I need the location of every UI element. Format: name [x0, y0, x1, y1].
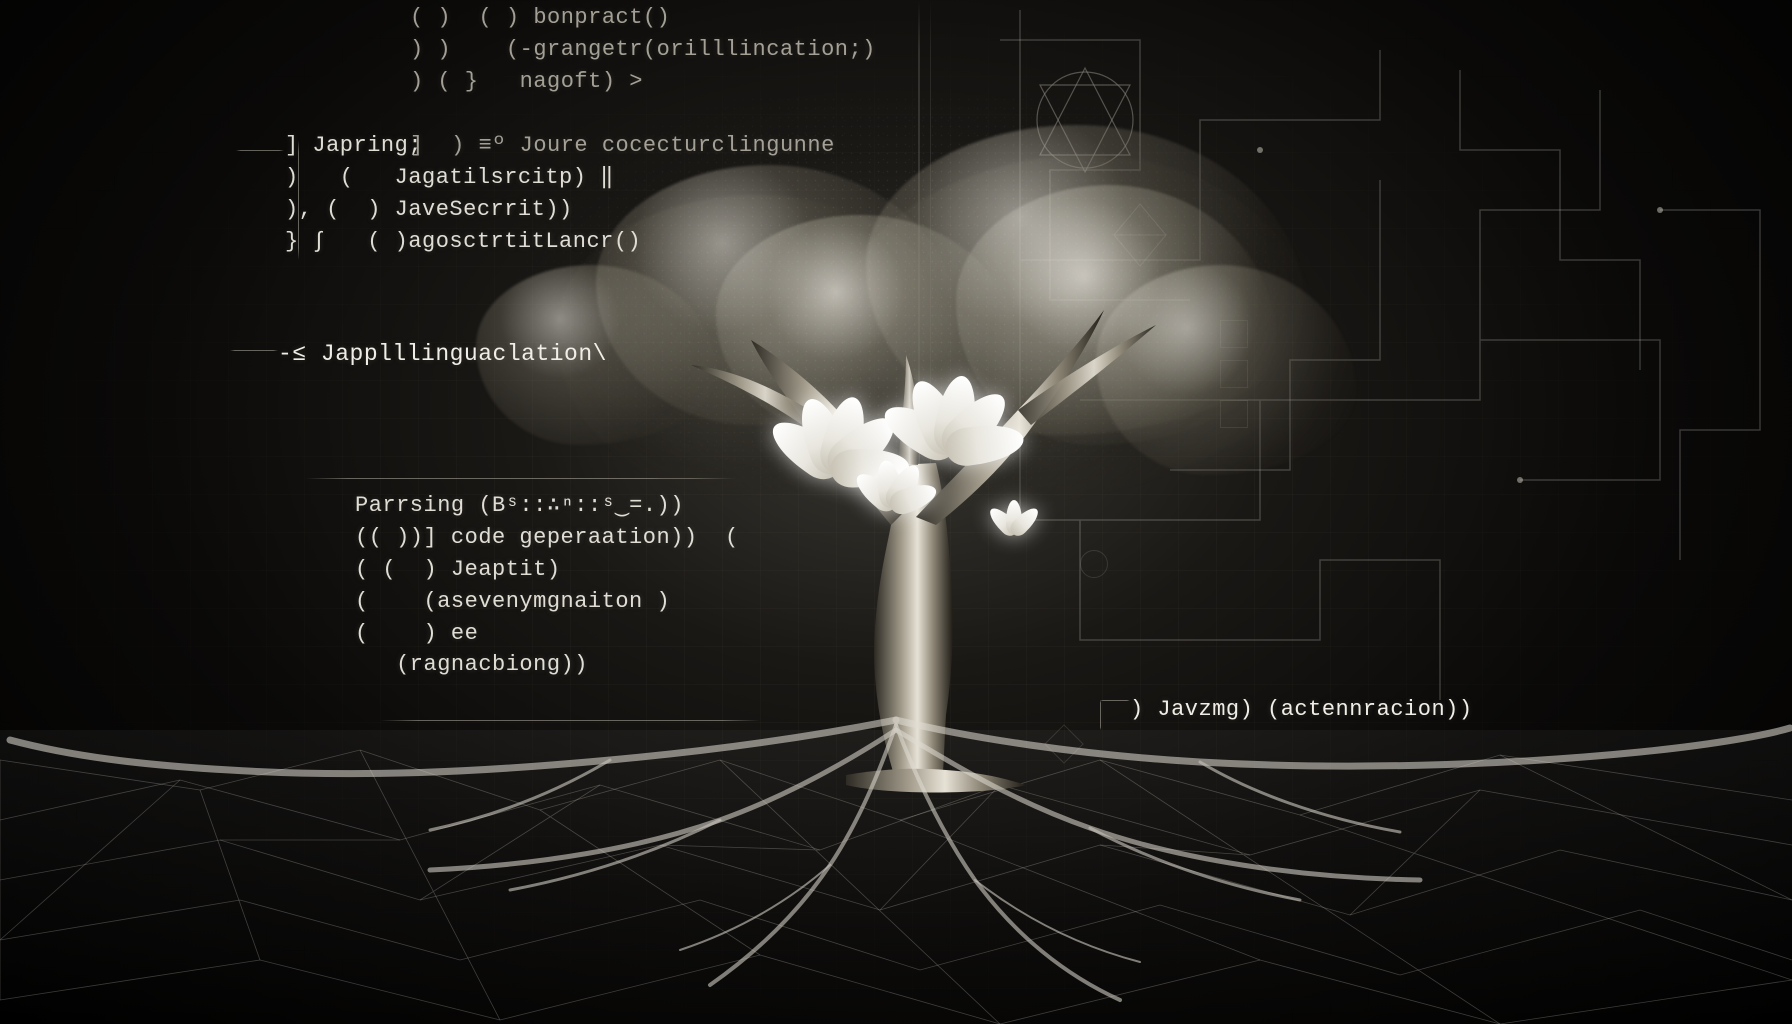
code-line: } ∫ ( )agosctrtitLancr()	[285, 229, 641, 254]
divider-vertical	[930, 0, 931, 520]
sacred-geometry-icon	[1030, 60, 1140, 180]
square-icon	[1220, 360, 1248, 388]
code-line: ) ( Jagatilsrcitp) ‖	[285, 165, 614, 190]
code-line: ( ) ( ) bonpract()	[410, 5, 670, 30]
code-line: ( (asevenymgnaiton )	[355, 589, 670, 614]
code-line: ) Javzmg) (actennracion))	[1130, 697, 1473, 722]
scene: ( ) ( ) bonpract() ) ) (-grangetr(orilll…	[0, 0, 1792, 1024]
code-line: ), ( ) JaveSecrrit))	[285, 197, 573, 222]
leader-line	[230, 350, 278, 351]
code-line: ( ( ) Jeaptit)	[355, 557, 561, 582]
code-fragment-parsing: Parrsing (Bˢ::∴ⁿ::ˢ‿=.)) (( ))] code gep…	[355, 490, 739, 681]
divider-horizontal	[305, 478, 735, 479]
code-line: ) ( } nagoft) >	[410, 69, 643, 94]
code-fragment-japring: ] Japring; ) ( Jagatilsrcitp) ‖ ), ( ) J…	[285, 130, 641, 258]
code-line: ] Japring;	[285, 133, 422, 158]
square-icon	[1220, 400, 1248, 428]
code-fragment-middle: -≤ Japplllinguaclation\	[278, 338, 607, 371]
leader-line	[298, 140, 299, 260]
code-line: (( ))] code geperaation)) (	[355, 525, 739, 550]
code-line: -≤ Japplllinguaclation\	[278, 341, 607, 367]
tree-roots	[0, 700, 1792, 1024]
code-line: ) ) (-grangetr(orilllincation;)	[410, 37, 876, 62]
square-icon	[1220, 320, 1248, 348]
code-line: ( ) ee	[355, 621, 478, 646]
code-line: (ragnacbiong))	[355, 652, 588, 677]
diamond-icon	[1110, 200, 1170, 270]
leader-line	[236, 150, 284, 151]
circle-icon	[1080, 550, 1108, 578]
leader-line	[1100, 700, 1101, 730]
code-line: Parrsing (Bˢ::∴ⁿ::ˢ‿=.))	[355, 493, 684, 518]
leader-line	[1100, 700, 1130, 701]
code-fragment-right: ) Javzmg) (actennracion))	[1130, 694, 1473, 726]
divider-vertical	[918, 0, 920, 520]
